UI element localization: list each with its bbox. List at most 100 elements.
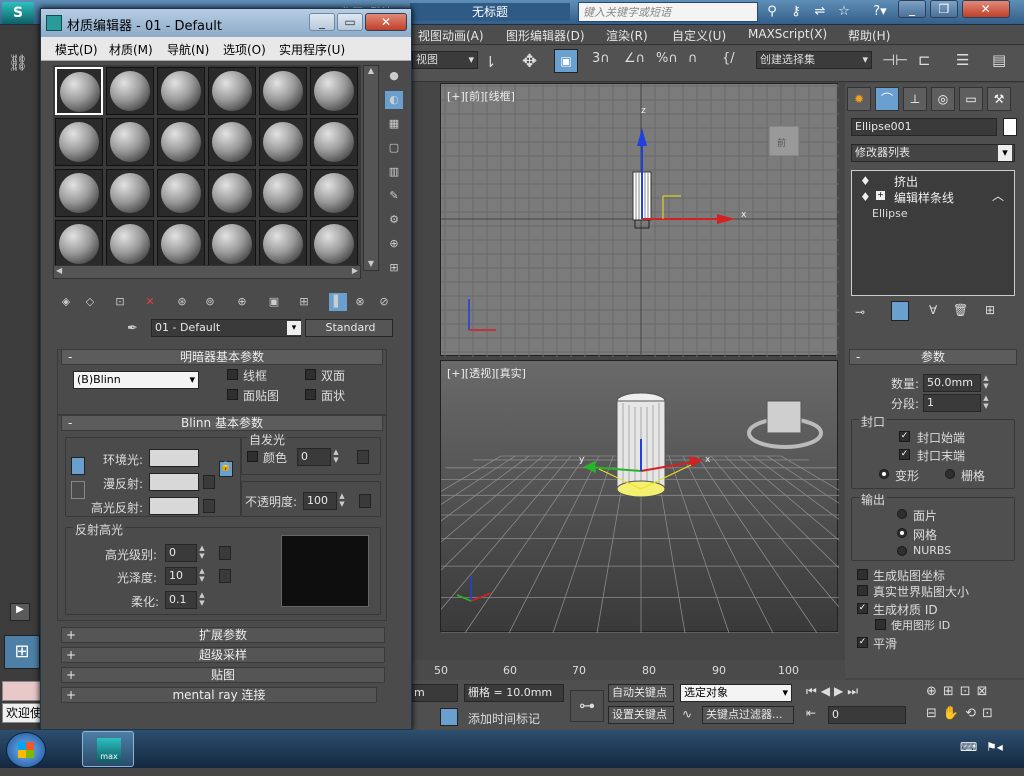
set-key-icon[interactable]: ⊶ <box>570 690 604 722</box>
material-sample-slot[interactable] <box>259 67 307 115</box>
shader-type-dropdown[interactable]: (B)Blinn ▾ <box>73 371 199 389</box>
material-sample-slot[interactable] <box>157 67 205 115</box>
coord-field[interactable]: m <box>410 684 458 702</box>
lock-diffuse-specular-icon[interactable] <box>71 481 85 499</box>
pivot-icon[interactable]: ⇂ <box>484 53 497 71</box>
gen-mat-ids-checkbox[interactable]: ✓ <box>857 603 868 614</box>
material-sample-slot[interactable] <box>55 169 103 217</box>
perspective-viewport-label[interactable]: [+][透视][真实] <box>447 365 526 381</box>
play-icon[interactable]: ▶ <box>10 603 30 621</box>
mat-maximize-button[interactable]: ▭ <box>337 13 363 31</box>
make-preview-icon[interactable]: ✎ <box>385 187 403 205</box>
options-icon[interactable]: ⚙ <box>385 211 403 229</box>
smooth-checkbox[interactable]: ✓ <box>857 637 868 648</box>
expand-icon[interactable]: + <box>876 191 885 200</box>
backlight-icon[interactable]: ◐ <box>385 91 403 109</box>
percent-snap-icon[interactable]: %∩ <box>656 51 678 66</box>
specular-swatch[interactable] <box>149 497 199 515</box>
sample-type-icon[interactable]: ● <box>385 67 403 85</box>
object-name-field[interactable]: Ellipse001 <box>851 118 997 136</box>
self-illum-value-field[interactable]: 0 <box>297 448 331 466</box>
align-icon[interactable]: ⊏ <box>918 51 931 69</box>
opacity-spinner[interactable]: ▲ ▼ <box>337 492 347 510</box>
remove-modifier-icon[interactable]: 🗑 <box>953 303 968 317</box>
mental-ray-rollout[interactable]: + mental ray 连接 <box>61 687 377 703</box>
stack-item-extrude[interactable]: 挤出 <box>894 173 918 190</box>
material-sample-slot[interactable] <box>106 169 154 217</box>
spinner-snap-icon[interactable]: ∩ <box>688 51 698 66</box>
menu-rendering[interactable]: 渲染(R) <box>606 27 648 44</box>
scroll-down-icon[interactable]: ▼ <box>364 259 378 268</box>
material-type-button[interactable]: Standard <box>305 319 393 337</box>
video-color-check-icon[interactable]: ▥ <box>385 163 403 181</box>
edit-named-sets-icon[interactable]: {/ <box>722 51 735 66</box>
close-button[interactable]: ✕ <box>961 0 1010 18</box>
curve-icon[interactable]: ∿ <box>682 707 692 721</box>
nurbs-radio[interactable] <box>897 546 907 556</box>
maps-rollout[interactable]: + 贴图 <box>61 667 385 683</box>
gen-map-coords-checkbox[interactable] <box>857 569 868 580</box>
gloss-map-button[interactable] <box>219 569 231 583</box>
grid-radio[interactable] <box>945 469 955 479</box>
lock-icon[interactable]: 🔒 <box>219 461 233 477</box>
morph-radio[interactable] <box>879 469 889 479</box>
key-icon[interactable]: ⚷ <box>786 2 806 22</box>
patch-radio[interactable] <box>897 509 907 519</box>
material-sample-slot[interactable] <box>310 118 358 166</box>
auto-key-button[interactable]: 自动关键点 <box>608 684 674 702</box>
search-input[interactable]: 键入关键字或短语 <box>578 2 758 22</box>
named-selection-set[interactable]: 创建选择集 ▾ <box>756 51 872 69</box>
make-unique-icon[interactable]: ∀ <box>929 303 937 317</box>
front-viewport[interactable]: [+][前][线框] 前 z x <box>440 83 839 357</box>
viewport-layout-icon[interactable]: ⊞ <box>4 635 40 669</box>
cap-end-checkbox[interactable]: ✓ <box>899 449 910 460</box>
lock-ambient-diffuse-icon[interactable] <box>71 457 85 475</box>
self-illum-spinner[interactable]: ▲ ▼ <box>331 448 341 466</box>
modifier-list-dropdown[interactable]: 修改器列表 ▾ <box>851 144 1015 162</box>
mat-menu-material[interactable]: 材质(M) <box>109 41 153 58</box>
specular-map-button[interactable] <box>203 499 215 513</box>
star-icon[interactable]: ☆ <box>834 2 854 22</box>
material-sample-slot[interactable] <box>310 169 358 217</box>
extended-params-rollout[interactable]: + 扩展参数 <box>61 627 385 643</box>
spec-level-spinner[interactable]: ▲ ▼ <box>197 544 207 562</box>
scroll-right-icon[interactable]: ▶ <box>352 266 358 275</box>
spec-level-map-button[interactable] <box>219 546 231 560</box>
slots-vertical-scrollbar[interactable]: ▲ ▼ <box>363 65 379 271</box>
material-sample-slot[interactable] <box>208 220 256 268</box>
help-icon[interactable]: ?▾ <box>866 2 894 22</box>
uv-tiling-icon[interactable]: ▢ <box>385 139 403 157</box>
diffuse-map-button[interactable] <box>203 475 215 489</box>
render-icon[interactable]: ▤ <box>992 51 1006 69</box>
opacity-map-button[interactable] <box>359 494 371 508</box>
minimize-button[interactable]: _ <box>898 0 926 18</box>
material-sample-slot[interactable] <box>106 67 154 115</box>
material-navigator-icon[interactable]: ⊞ <box>385 259 403 277</box>
create-tab-icon[interactable]: ✹ <box>847 87 871 111</box>
ambient-swatch[interactable] <box>149 449 199 467</box>
material-sample-slot[interactable] <box>106 118 154 166</box>
get-material-icon[interactable]: ◈ <box>57 293 75 311</box>
bulb-icon[interactable]: ♦ <box>860 190 871 204</box>
material-sample-slot[interactable] <box>259 118 307 166</box>
material-sample-slot[interactable] <box>55 67 103 115</box>
cap-start-checkbox[interactable]: ✓ <box>899 431 910 442</box>
go-forward-sibling-icon[interactable]: ⊘ <box>375 293 393 311</box>
configure-sets-icon[interactable]: ⊞ <box>985 303 995 317</box>
segments-spinner[interactable]: ▲ ▼ <box>981 394 991 412</box>
mat-close-button[interactable]: ✕ <box>365 13 407 31</box>
angle-snap-icon[interactable]: ∠∩ <box>624 51 645 66</box>
display-tab-icon[interactable]: ▭ <box>959 87 983 111</box>
diffuse-swatch[interactable] <box>149 473 199 491</box>
gloss-field[interactable]: 10 <box>165 567 197 585</box>
blinn-basic-rollout[interactable]: - Blinn 基本参数 <box>61 415 383 431</box>
material-name-field[interactable]: 01 - Default <box>151 319 301 337</box>
self-illum-map-button[interactable] <box>357 450 369 464</box>
face-map-checkbox[interactable] <box>227 389 238 400</box>
background-icon[interactable]: ▦ <box>385 115 403 133</box>
frame-field[interactable]: 0 <box>828 706 906 724</box>
perspective-viewport[interactable]: [+][透视][真实] y x <box>440 360 839 633</box>
viewport-nav-icons[interactable]: ⊕⊞⊡⊠ <box>926 684 994 699</box>
material-id-icon[interactable]: ▣ <box>265 293 283 311</box>
mirror-icon[interactable]: ⊣⊢ <box>882 51 908 69</box>
